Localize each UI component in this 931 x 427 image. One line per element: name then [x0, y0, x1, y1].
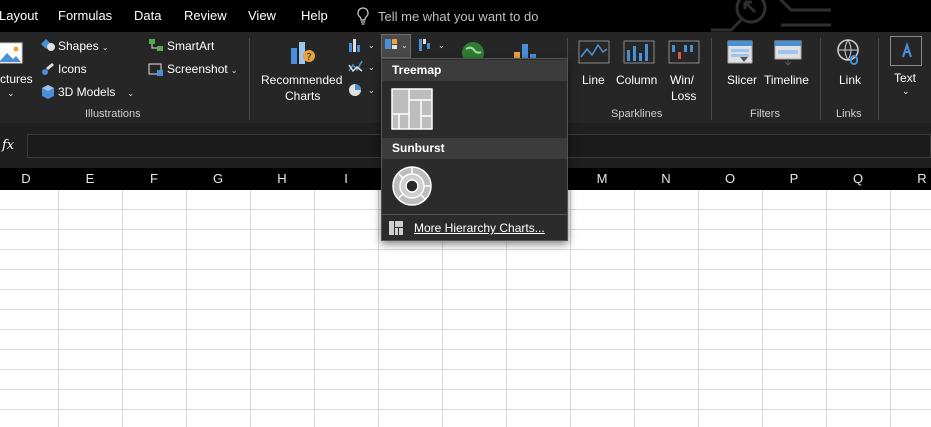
screenshot-label: Screenshot [167, 62, 228, 76]
column-header-m[interactable]: M [570, 168, 634, 190]
recommended-charts-button-line1[interactable]: Recommended [261, 73, 342, 87]
illustrations-group-label: Illustrations [85, 108, 141, 120]
sparkline-winloss-button-line2[interactable]: Loss [671, 89, 696, 103]
shapes-button[interactable]: Shapes ⌄ [58, 39, 108, 53]
sparkline-winloss-button-line1[interactable]: Win/ [670, 73, 694, 87]
fx-icon[interactable]: fx [2, 138, 14, 153]
sparkline-winloss-icon [668, 40, 700, 69]
menu-divider [382, 214, 567, 215]
ribbon-tab-bar: Layout Formulas Data Review View Help Te… [0, 0, 931, 32]
shapes-icon [40, 38, 56, 57]
text-box-icon [890, 36, 922, 66]
column-header-p[interactable]: P [762, 168, 826, 190]
lightbulb-icon [357, 7, 369, 25]
group-separator [878, 38, 879, 120]
column-header-f[interactable]: F [122, 168, 186, 190]
line-chart-icon[interactable]: ⌄ [348, 59, 376, 80]
tab-data[interactable]: Data [134, 8, 161, 23]
screenshot-icon [148, 61, 164, 82]
group-separator [711, 38, 712, 120]
3d-models-label: 3D Models [58, 85, 116, 99]
pictures-button[interactable]: ctures [0, 72, 33, 86]
excel-window: Layout Formulas Data Review View Help Te… [0, 0, 931, 427]
waterfall-chart-icon[interactable]: ⌄ [418, 37, 448, 58]
smartart-button[interactable]: SmartArt [167, 39, 214, 53]
tab-formulas[interactable]: Formulas [58, 8, 112, 23]
svg-text:⌄: ⌄ [368, 86, 375, 95]
sparkline-column-icon [623, 40, 655, 69]
slicer-button[interactable]: Slicer [727, 73, 757, 87]
timeline-icon [773, 39, 803, 72]
links-group-label: Links [836, 108, 862, 120]
recommended-charts-icon: ? [288, 38, 318, 73]
svg-text:⌄: ⌄ [438, 41, 445, 50]
column-header-q[interactable]: Q [826, 168, 890, 190]
sunburst-icon [392, 166, 432, 206]
chevron-down-icon[interactable]: ⌄ [902, 86, 910, 97]
pictures-icon [0, 40, 24, 73]
svg-text:⌄: ⌄ [401, 41, 408, 50]
smartart-icon [148, 38, 164, 57]
link-button[interactable]: Link [839, 73, 861, 87]
link-icon [835, 39, 865, 72]
column-chart-icon[interactable]: ⌄ [348, 37, 376, 58]
sparkline-line-button[interactable]: Line [582, 73, 605, 87]
sunburst-chart-option[interactable] [390, 164, 434, 208]
more-hierarchy-charts-text: More Hierarchy Charts... [414, 221, 545, 235]
tab-review[interactable]: Review [184, 8, 227, 23]
column-header-r[interactable]: R [890, 168, 931, 190]
svg-text:⌄: ⌄ [368, 41, 375, 50]
tab-page-layout[interactable]: Layout [0, 8, 38, 23]
pictures-dropdown-icon[interactable]: ⌄ [7, 88, 15, 99]
shapes-label: Shapes [58, 39, 99, 53]
hierarchy-chart-menu: Treemap Sunburst More Hierarchy Charts..… [381, 58, 568, 241]
screenshot-button[interactable]: Screenshot ⌄ [167, 62, 237, 76]
pie-chart-icon[interactable]: ⌄ [348, 82, 376, 103]
column-header-e[interactable]: E [58, 168, 122, 190]
tab-help[interactable]: Help [301, 8, 328, 23]
filters-group-label: Filters [750, 108, 780, 120]
treemap-chart-option[interactable] [390, 87, 434, 131]
svg-text:⌄: ⌄ [368, 63, 375, 72]
chevron-down-icon: ⌄ [101, 43, 109, 52]
recommended-charts-button-line2[interactable]: Charts [285, 89, 320, 103]
3d-models-button[interactable]: 3D Models ⌄ [58, 85, 134, 99]
tell-me-placeholder: Tell me what you want to do [378, 8, 539, 24]
column-header-o[interactable]: O [698, 168, 762, 190]
sparkline-line-icon [578, 40, 610, 69]
timeline-button[interactable]: Timeline [764, 73, 809, 87]
chevron-down-icon: ⌄ [127, 89, 135, 98]
group-separator [249, 38, 250, 120]
icons-icon [40, 61, 56, 82]
treemap-section-header: Treemap [382, 60, 567, 81]
slicer-icon [726, 39, 756, 72]
sparkline-column-button[interactable]: Column [616, 73, 657, 87]
more-hierarchy-charts-label: More Hierarchy Charts... [414, 221, 545, 235]
sunburst-section-header: Sunburst [382, 138, 567, 159]
group-separator [820, 38, 821, 120]
column-header-n[interactable]: N [634, 168, 698, 190]
icons-button[interactable]: Icons [58, 62, 87, 76]
chevron-down-icon: ⌄ [230, 66, 238, 75]
tell-me-search[interactable]: Tell me what you want to do [356, 6, 538, 26]
column-header-d[interactable]: D [0, 168, 58, 190]
column-header-g[interactable]: G [186, 168, 250, 190]
treemap-icon [391, 88, 433, 130]
sparklines-group-label: Sparklines [611, 108, 663, 120]
more-charts-icon [389, 221, 403, 235]
svg-text:?: ? [306, 52, 311, 63]
3d-models-icon [40, 84, 56, 105]
text-button[interactable]: Text [894, 71, 916, 85]
hierarchy-chart-button[interactable]: ⌄ [381, 34, 411, 58]
column-header-h[interactable]: H [250, 168, 314, 190]
tab-view[interactable]: View [248, 8, 276, 23]
column-header-i[interactable]: I [314, 168, 378, 190]
more-hierarchy-charts-item[interactable]: More Hierarchy Charts... [382, 216, 567, 240]
